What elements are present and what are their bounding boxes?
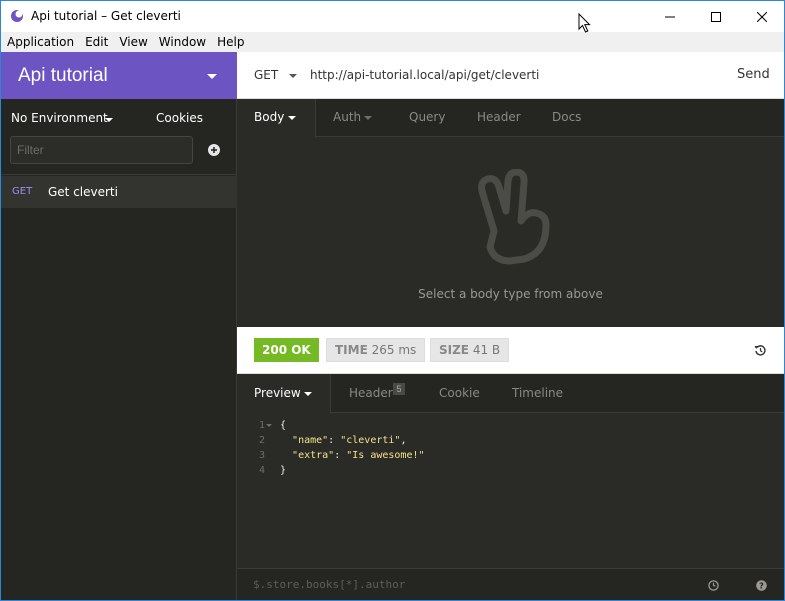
fold-arrow-icon[interactable] (266, 424, 272, 427)
tab-cookie[interactable]: Cookie (439, 386, 480, 400)
caret-down-icon (207, 74, 217, 79)
send-button[interactable]: Send (737, 67, 770, 82)
header-count-badge: 5 (393, 383, 405, 395)
divider (1, 174, 237, 175)
minimize-icon (665, 16, 675, 17)
tab-timeline[interactable]: Timeline (512, 386, 563, 400)
code-line: 2 "name": "cleverti", (237, 435, 784, 450)
tab-header[interactable]: Header (477, 110, 521, 124)
cookies-button[interactable]: Cookies (156, 111, 203, 125)
url-bar: GET Send (237, 52, 784, 99)
menu-edit[interactable]: Edit (81, 35, 112, 49)
code-line: 4 } (237, 465, 784, 480)
json-key: "name" (292, 435, 329, 446)
window-title: Api tutorial – Get cleverti (31, 9, 181, 23)
time-label: TIME (335, 343, 368, 357)
caret-down-icon (364, 116, 372, 120)
code-text: "name": "cleverti", (292, 435, 407, 446)
help-icon[interactable]: ? (756, 580, 767, 591)
filter-input[interactable] (10, 136, 193, 164)
size-badge: SIZE 41 B (430, 338, 510, 362)
caret-down-icon (304, 392, 312, 396)
status-badge: 200 OK (254, 338, 319, 362)
tab-body-label[interactable]: Body (254, 110, 284, 124)
response-filter-bar: ? (237, 568, 784, 600)
response-pane: Preview Header 5 Cookie Timeline 1 { 2 "… (237, 374, 784, 600)
close-icon (757, 11, 767, 22)
empty-body-message: Select a body type from above (418, 287, 603, 301)
time-value: 265 ms (371, 343, 417, 357)
workspace-dropdown[interactable]: Api tutorial (1, 52, 237, 99)
response-filter-input[interactable] (253, 578, 653, 591)
url-input[interactable] (310, 68, 710, 82)
response-meta-bar: 200 OK TIME 265 ms SIZE 41 B (237, 327, 784, 374)
app-window: Api tutorial – Get cleverti Application … (0, 0, 785, 601)
response-tabs: Preview Header 5 Cookie Timeline (237, 374, 784, 414)
json-brace: } (280, 465, 287, 476)
size-label: SIZE (439, 343, 470, 357)
method-badge: GET (12, 186, 33, 197)
workspace-title: Api tutorial (18, 65, 108, 86)
code-text: } (280, 465, 286, 476)
tab-auth[interactable]: Auth (333, 110, 361, 124)
tab-response-header[interactable]: Header (349, 386, 393, 400)
json-key: "extra" (292, 450, 335, 461)
environment-row: No Environment Cookies (1, 99, 237, 137)
sidebar: Api tutorial No Environment Cookies GET … (1, 52, 237, 600)
line-number: 2 (258, 435, 265, 446)
code-line: 1 { (237, 420, 784, 435)
caret-down-icon (288, 116, 296, 120)
json-value: "cleverti" (340, 435, 401, 446)
request-tabs: Body Auth Query Header Docs (237, 99, 784, 138)
tab-query[interactable]: Query (409, 110, 445, 124)
line-number: 1 (258, 420, 265, 431)
title-bar: Api tutorial – Get cleverti (1, 1, 784, 32)
json-brace: { (280, 420, 287, 431)
add-request-button[interactable] (208, 144, 220, 156)
insomnia-logo-icon (11, 10, 23, 22)
plus-icon (211, 147, 217, 153)
response-code-viewer[interactable]: 1 { 2 "name": "cleverti", 3 "extra": "Is… (237, 416, 784, 566)
menu-bar: Application Edit View Window Help (1, 32, 784, 52)
code-text: { (280, 420, 286, 431)
json-value: "Is awesome!" (346, 450, 425, 461)
clock-icon[interactable] (708, 580, 719, 591)
code-text: "extra": "Is awesome!" (292, 450, 425, 461)
request-name: Get cleverti (48, 185, 118, 199)
minimize-button[interactable] (647, 1, 693, 32)
history-icon[interactable] (754, 344, 766, 356)
peace-hand-icon (478, 169, 550, 265)
tab-preview-label[interactable]: Preview (254, 386, 301, 400)
menu-window[interactable]: Window (155, 35, 210, 49)
time-badge: TIME 265 ms (326, 338, 426, 362)
menu-application[interactable]: Application (3, 35, 78, 49)
maximize-icon (711, 11, 721, 22)
environment-dropdown[interactable]: No Environment (11, 111, 108, 125)
close-button[interactable] (739, 1, 784, 32)
code-line: 3 "extra": "Is awesome!" (237, 450, 784, 465)
line-number: 4 (258, 465, 265, 476)
size-value: 41 B (472, 343, 501, 357)
caret-down-icon (105, 118, 113, 122)
request-pane: Body Auth Query Header Docs Select a bod… (237, 99, 784, 327)
method-dropdown[interactable]: GET (254, 68, 278, 82)
svg-text:?: ? (759, 582, 764, 591)
line-number: 3 (258, 450, 265, 461)
tab-docs[interactable]: Docs (552, 110, 581, 124)
mouse-cursor-icon (578, 13, 591, 33)
menu-help[interactable]: Help (213, 35, 248, 49)
maximize-button[interactable] (693, 1, 739, 32)
caret-down-icon (289, 74, 297, 78)
menu-view[interactable]: View (115, 35, 151, 49)
sidebar-request-item[interactable]: GET Get cleverti (1, 176, 237, 208)
